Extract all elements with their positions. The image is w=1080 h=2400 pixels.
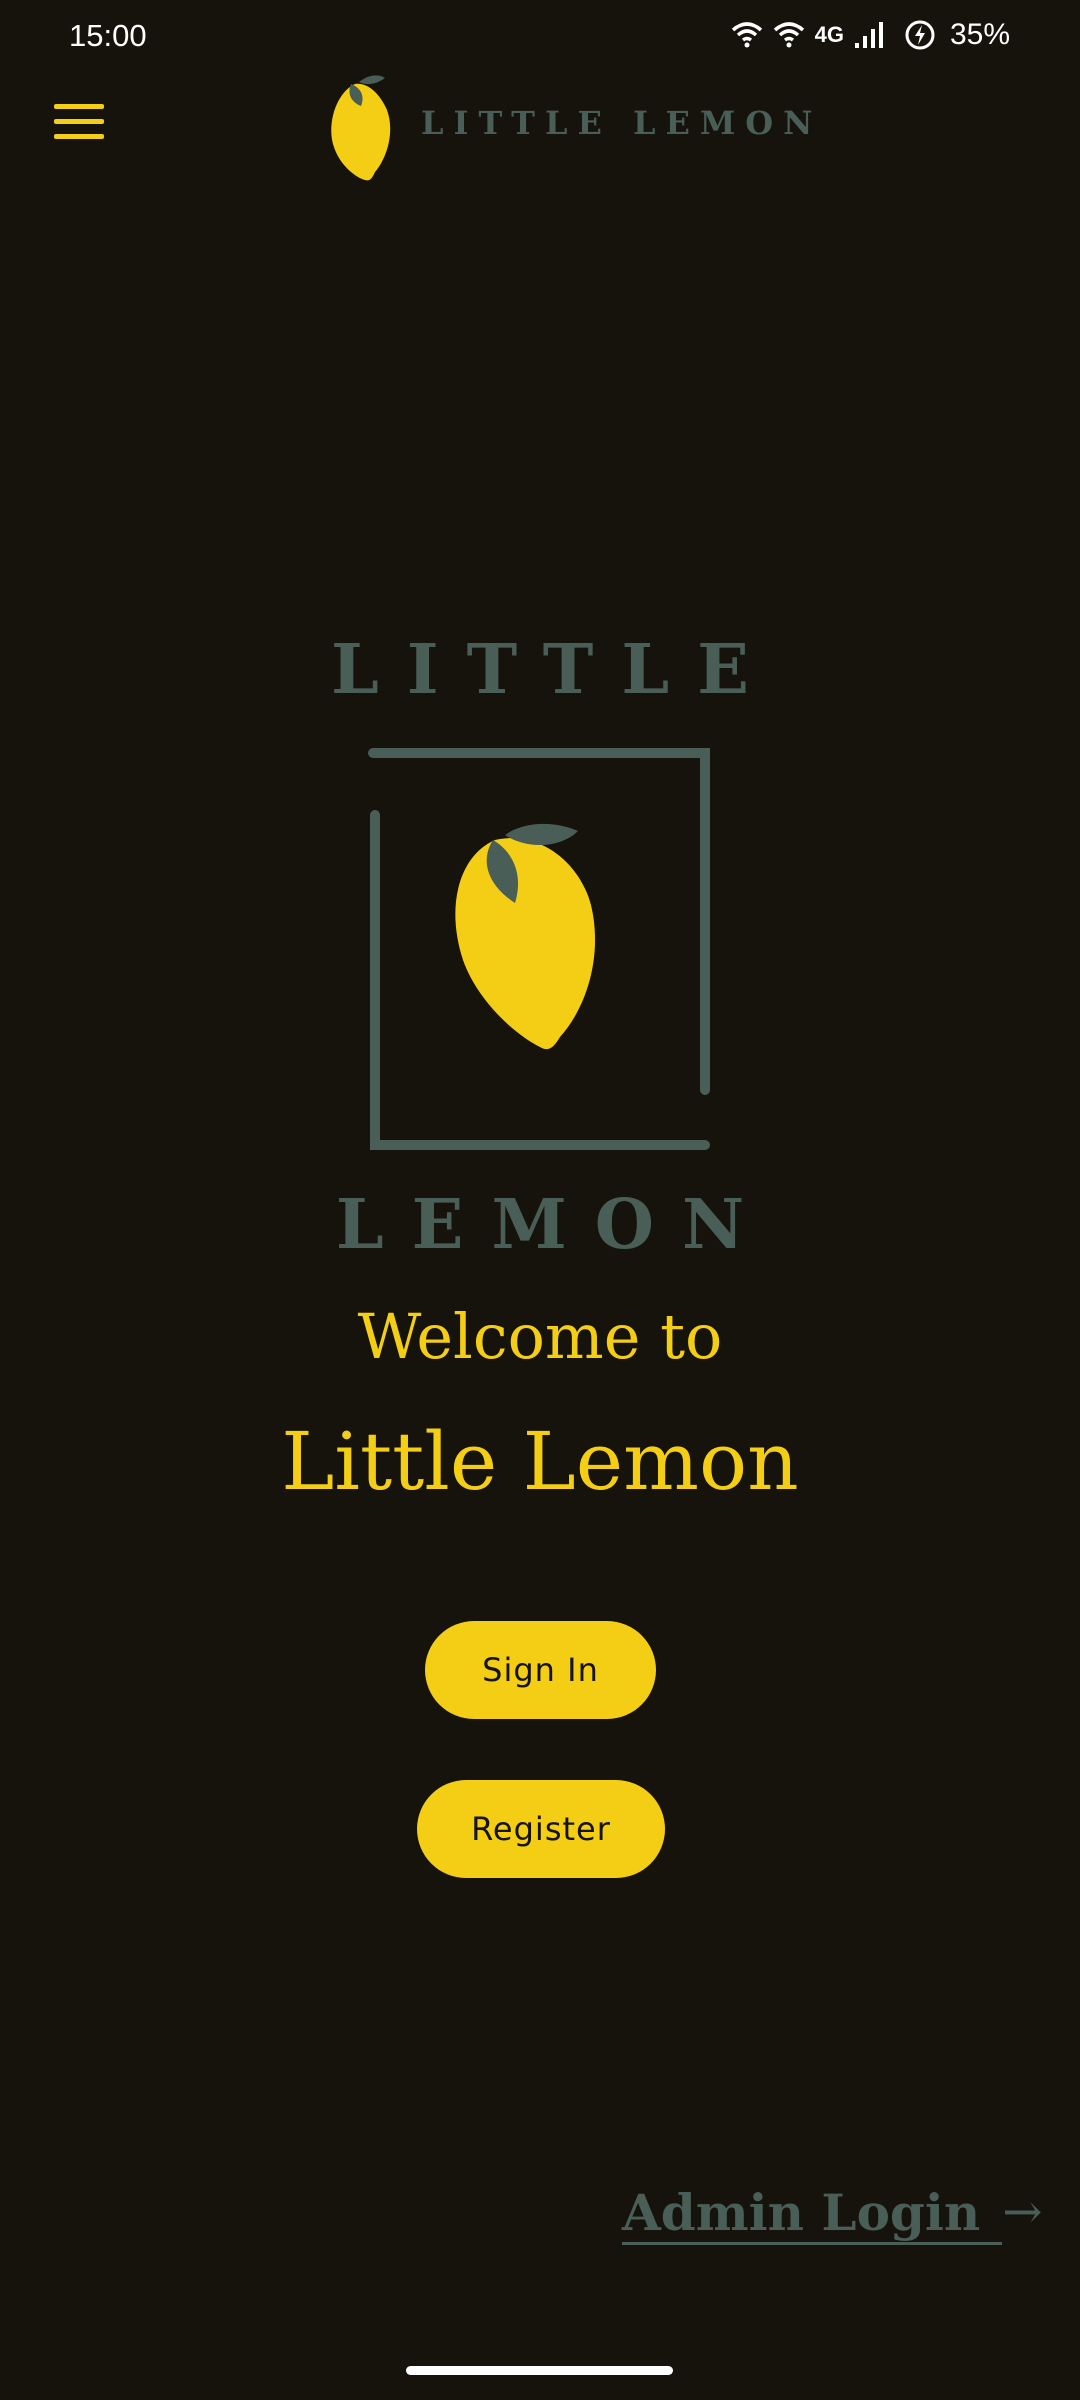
signal-icon — [854, 22, 883, 48]
battery-percent: 35% — [949, 18, 1010, 51]
register-button[interactable]: Register — [417, 1780, 665, 1878]
arrow-right-icon: → — [1002, 2184, 1043, 2240]
wifi-icon — [731, 22, 762, 48]
lemon-logo-icon — [331, 75, 391, 181]
header-brand-text: LITTLE LEMON — [421, 104, 823, 142]
network-type: 4G — [814, 22, 844, 47]
status-time: 15:00 — [69, 18, 147, 53]
admin-login-link[interactable]: Admin Login → — [622, 2182, 1042, 2245]
home-indicator[interactable] — [406, 2366, 673, 2375]
logo-word-lemon: LEMON — [335, 1185, 773, 1265]
battery-saver-icon — [905, 20, 935, 50]
welcome-title: Little Lemon — [281, 1415, 799, 1508]
logo-word-little: LITTLE — [330, 630, 778, 710]
hamburger-menu-icon[interactable] — [54, 104, 104, 144]
welcome-subtitle: Welcome to — [357, 1300, 723, 1373]
header-logo: LITTLE LEMON — [325, 62, 812, 187]
wifi-icon — [773, 22, 804, 48]
status-icons: 4G 35% — [731, 18, 1010, 52]
admin-login-label: Admin Login — [622, 2182, 981, 2242]
lemon-frame-logo — [368, 748, 710, 1150]
sign-in-button[interactable]: Sign In — [425, 1621, 656, 1719]
